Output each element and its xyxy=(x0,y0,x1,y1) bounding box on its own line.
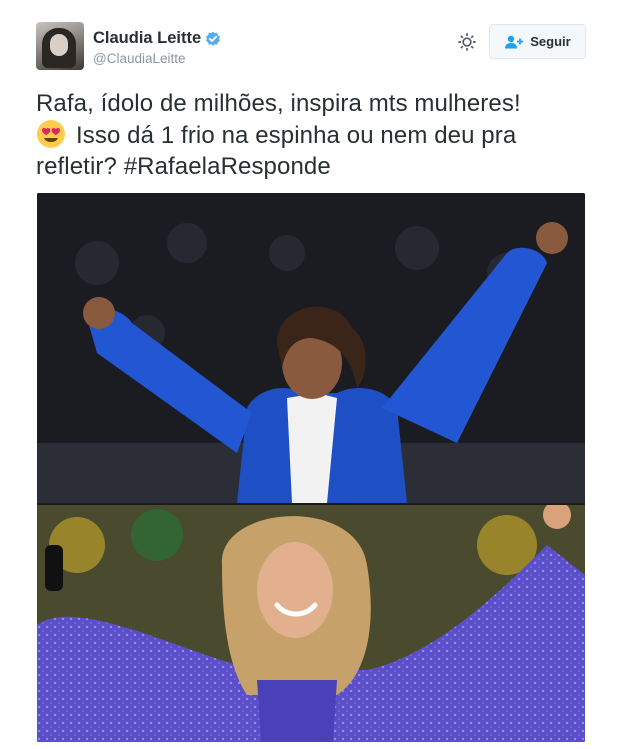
user-name-row: Claudia Leitte xyxy=(93,29,221,48)
heart-eyes-emoji-icon xyxy=(37,120,65,148)
tweet-text-line-1: Rafa, ídolo de milhões, inspira mts mulh… xyxy=(36,90,521,117)
photo-singer[interactable] xyxy=(37,505,585,742)
singer-illustration xyxy=(37,505,585,742)
user-handle[interactable]: @ClaudiaLeitte xyxy=(93,51,186,66)
verified-badge-icon xyxy=(206,31,221,46)
tweet-card: Claudia Leitte @ClaudiaLeitte Seguir Raf… xyxy=(0,0,620,749)
follow-button-label: Seguir xyxy=(530,34,571,49)
gear-icon[interactable] xyxy=(456,31,478,53)
display-name[interactable]: Claudia Leitte xyxy=(93,29,201,48)
tweet-text-line-3: refletir? #RafaelaResponde xyxy=(36,153,331,180)
judoka-illustration xyxy=(37,193,585,503)
tweet-text-line-2: Isso dá 1 frio na espinha ou nem deu pra xyxy=(36,119,596,151)
tweet-media[interactable] xyxy=(37,193,585,742)
tweet-text: Rafa, ídolo de milhões, inspira mts mulh… xyxy=(36,88,596,182)
follow-button[interactable]: Seguir xyxy=(489,24,586,59)
add-user-icon xyxy=(505,35,524,48)
avatar-face xyxy=(50,34,68,56)
tweet-text-line-2-text: Isso dá 1 frio na espinha ou nem deu pra xyxy=(76,122,517,149)
photo-judoka[interactable] xyxy=(37,193,585,503)
avatar[interactable] xyxy=(36,22,84,70)
